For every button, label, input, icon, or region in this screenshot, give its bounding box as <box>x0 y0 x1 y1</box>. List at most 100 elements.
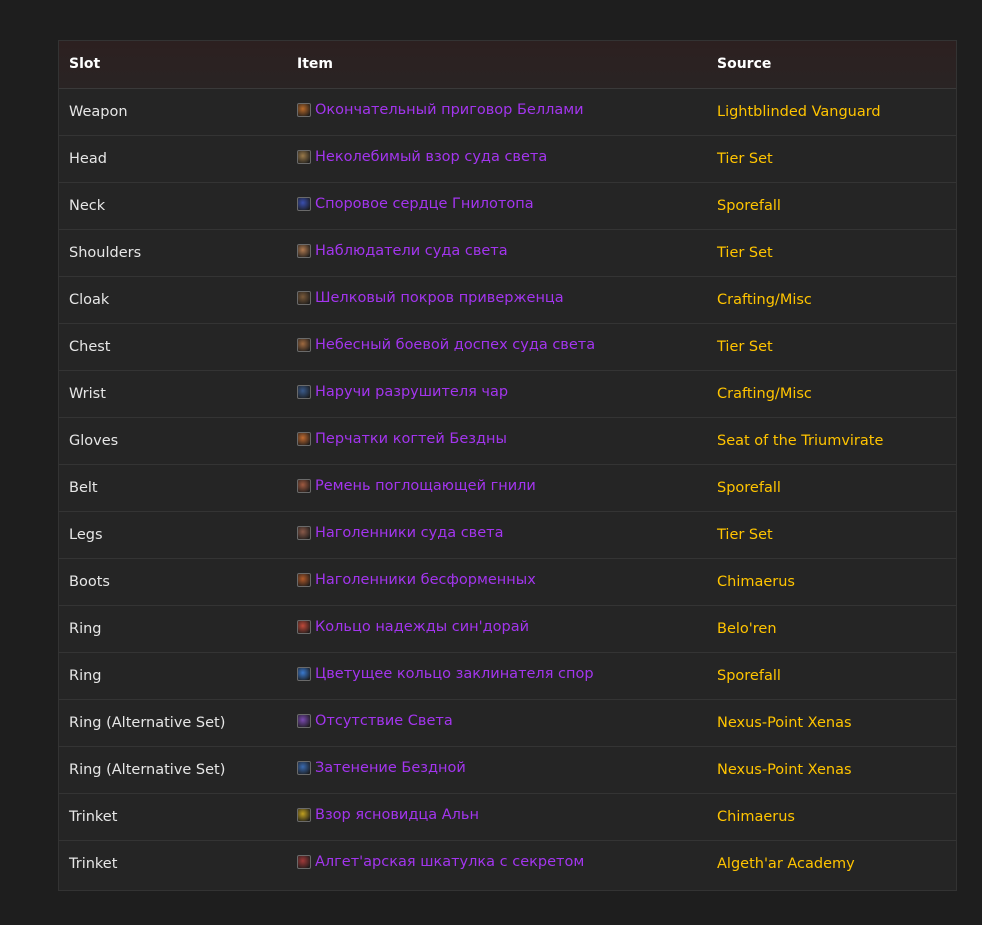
item-name: Перчатки когтей Бездны <box>315 431 507 447</box>
item-name: Наголенники суда света <box>315 525 504 541</box>
item-link[interactable]: Споровое сердце Гнилотопа <box>297 196 534 212</box>
table-row: Ring Цветущее кольцо заклинателя спор Spor… <box>59 651 956 699</box>
helm-icon <box>297 150 311 164</box>
slot-cell: Ring <box>59 604 287 652</box>
item-link[interactable]: Перчатки когтей Бездны <box>297 431 507 447</box>
item-cell: Наголенники бесформенных <box>287 557 707 605</box>
slot-cell: Wrist <box>59 369 287 417</box>
table-row: Wrist Наручи разрушителя чар Crafting/Misc <box>59 369 956 417</box>
amulet-icon <box>297 197 311 211</box>
source-link[interactable]: Tier Set <box>717 527 773 543</box>
source-link[interactable]: Sporefall <box>717 198 781 214</box>
source-link[interactable]: Tier Set <box>717 245 773 261</box>
item-name: Цветущее кольцо заклинателя спор <box>315 666 594 682</box>
item-link[interactable]: Наголенники суда света <box>297 525 504 541</box>
source-link[interactable]: Belo'ren <box>717 621 777 637</box>
slot-cell: Head <box>59 134 287 182</box>
source-link[interactable]: Nexus-Point Xenas <box>717 715 852 731</box>
item-name: Затенение Бездной <box>315 760 466 776</box>
item-link[interactable]: Цветущее кольцо заклинателя спор <box>297 666 594 682</box>
item-cell: Цветущее кольцо заклинателя спор <box>287 651 707 699</box>
table-row: Gloves Перчатки когтей Бездны Seat of the … <box>59 416 956 464</box>
item-link[interactable]: Наблюдатели суда света <box>297 243 508 259</box>
slot-cell: Ring (Alternative Set) <box>59 698 287 746</box>
source-cell: Chimaerus <box>707 557 956 605</box>
header-item: Item <box>287 41 707 89</box>
box-icon <box>297 855 311 870</box>
source-link[interactable]: Lightblinded Vanguard <box>717 104 881 120</box>
table-row: Ring Кольцо надежды син'дорай Belo'ren <box>59 604 956 652</box>
slot-cell: Gloves <box>59 416 287 464</box>
belt-icon <box>297 479 311 493</box>
item-name: Небесный боевой доспех суда света <box>315 337 596 353</box>
header-source: Source <box>707 41 956 89</box>
legs-icon <box>297 526 311 540</box>
slot-cell: Trinket <box>59 839 287 887</box>
source-link[interactable]: Algeth'ar Academy <box>717 856 855 872</box>
source-link[interactable]: Seat of the Triumvirate <box>717 433 883 449</box>
table-row: Chest Небесный боевой доспех суда света Ti… <box>59 322 956 370</box>
chest-icon <box>297 338 311 352</box>
item-cell: Небесный боевой доспех суда света <box>287 322 707 370</box>
item-name: Наручи разрушителя чар <box>315 384 509 400</box>
source-link[interactable]: Tier Set <box>717 339 773 355</box>
source-cell: Tier Set <box>707 134 956 182</box>
item-name: Ремень поглощающей гнили <box>315 478 536 494</box>
item-link[interactable]: Ремень поглощающей гнили <box>297 478 536 494</box>
item-name: Споровое сердце Гнилотопа <box>315 196 534 212</box>
item-link[interactable]: Кольцо надежды син'дорай <box>297 619 529 635</box>
source-cell: Nexus-Point Xenas <box>707 698 956 746</box>
source-cell: Seat of the Triumvirate <box>707 416 956 464</box>
item-link[interactable]: Наголенники бесформенных <box>297 572 536 588</box>
slot-cell: Cloak <box>59 275 287 323</box>
source-link[interactable]: Chimaerus <box>717 574 795 590</box>
slot-cell: Ring (Alternative Set) <box>59 745 287 793</box>
item-name: Отсутствие Света <box>315 713 453 729</box>
source-cell: Crafting/Misc <box>707 369 956 417</box>
slot-cell: Weapon <box>69 103 128 120</box>
source-cell: Lightblinded Vanguard <box>707 88 956 135</box>
source-link[interactable]: Tier Set <box>717 151 773 167</box>
item-link[interactable]: Отсутствие Света <box>297 713 453 729</box>
ring-icon <box>297 761 311 775</box>
source-link[interactable]: Chimaerus <box>717 809 795 825</box>
table-row: Belt Ремень поглощающей гнили Sporefall <box>59 463 956 511</box>
item-link[interactable]: Взор ясновидца Альн <box>297 807 479 823</box>
header-slot: Slot <box>59 41 287 89</box>
item-cell: Кольцо надежды син'дорай <box>287 604 707 652</box>
item-link[interactable]: Окончательный приговор Беллами <box>297 102 584 118</box>
item-link[interactable]: Наручи разрушителя чар <box>297 384 508 400</box>
source-link[interactable]: Nexus-Point Xenas <box>717 762 852 778</box>
table-row: Legs Наголенники суда света Tier Set <box>59 510 956 558</box>
source-cell: Belo'ren <box>707 604 956 652</box>
source-link[interactable]: Sporefall <box>717 480 781 496</box>
item-link[interactable]: Неколебимый взор суда света <box>297 149 547 165</box>
gear-table: Slot Item Source Weapon Окончательный при… <box>59 41 956 887</box>
table-header-row: Slot Item Source <box>59 41 956 89</box>
table-row: Ring (Alternative Set) Затенение Бездной N… <box>59 745 956 793</box>
item-cell: Наблюдатели суда света <box>287 228 707 276</box>
source-cell: Tier Set <box>707 228 956 276</box>
cloak-icon <box>297 291 311 305</box>
table-row: Boots Наголенники бесформенных Chimaerus <box>59 557 956 605</box>
source-cell: Crafting/Misc <box>707 275 956 323</box>
item-cell: Наручи разрушителя чар <box>287 369 707 417</box>
item-cell: Затенение Бездной <box>287 745 707 793</box>
item-cell: Неколебимый взор суда света <box>287 134 707 182</box>
item-link[interactable]: Шелковый покров приверженца <box>297 290 564 306</box>
source-link[interactable]: Crafting/Misc <box>717 292 812 308</box>
table-row: Shoulders Наблюдатели суда света Tier Set <box>59 228 956 276</box>
source-link[interactable]: Crafting/Misc <box>717 386 812 402</box>
item-link[interactable]: Небесный боевой доспех суда света <box>297 337 595 353</box>
item-link[interactable]: Затенение Бездной <box>297 760 466 776</box>
item-name: Наголенники бесформенных <box>315 572 536 588</box>
source-link[interactable]: Sporefall <box>717 668 781 684</box>
slot-cell: Neck <box>59 181 287 229</box>
item-cell: Окончательный приговор Беллами <box>287 88 707 135</box>
item-cell: Наголенники суда света <box>287 510 707 558</box>
shoulders-icon <box>297 244 311 258</box>
item-name: Взор ясновидца Альн <box>315 807 479 823</box>
gear-table-container: Slot Item Source Weapon Окончательный при… <box>58 40 957 891</box>
table-row: Weapon Окончательный приговор Беллами Ligh… <box>59 88 956 135</box>
item-link[interactable]: Алгет'арская шкатулка с секретом <box>297 854 584 870</box>
